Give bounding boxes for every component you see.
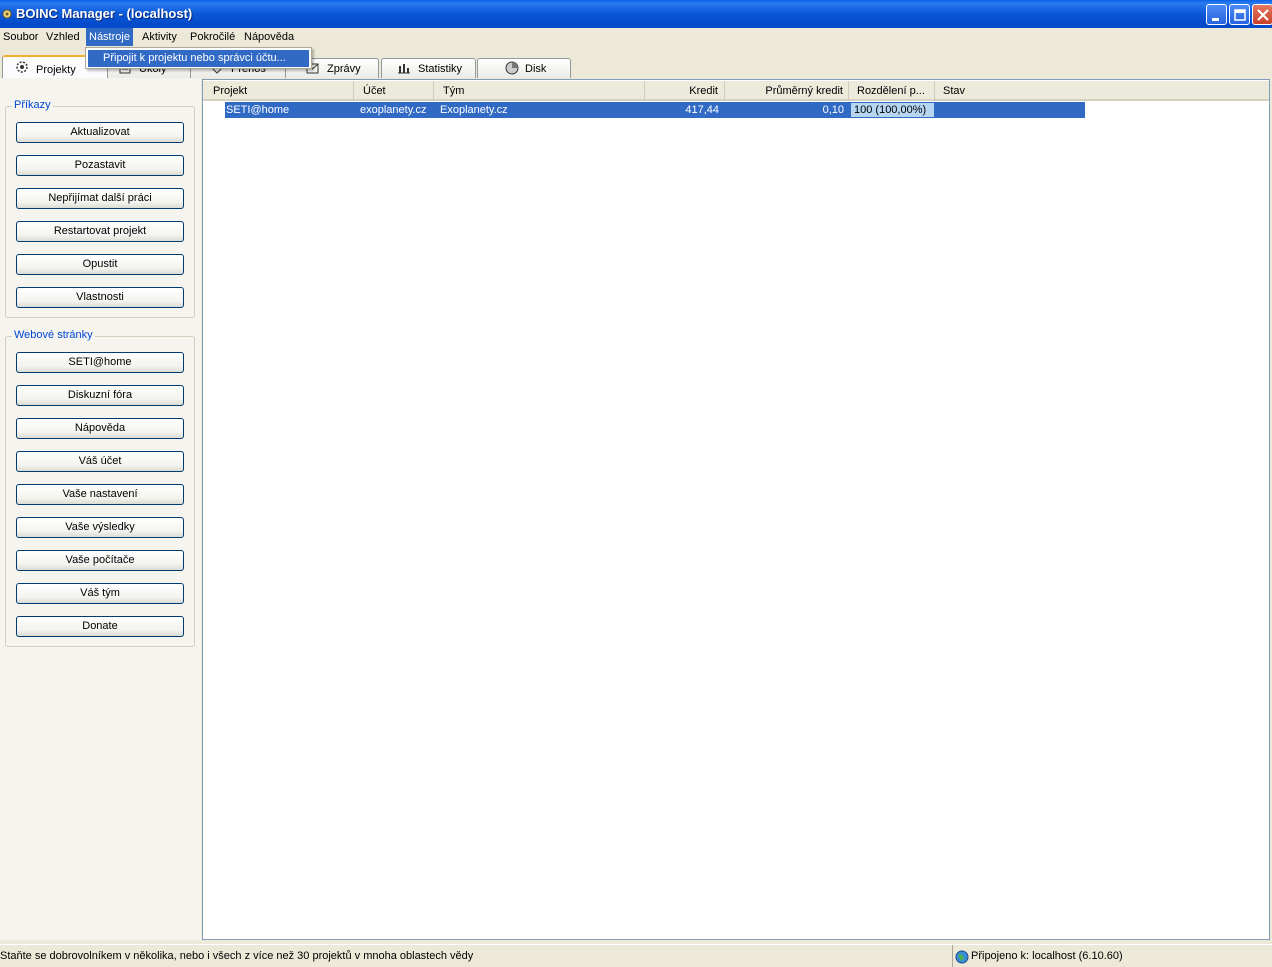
tab-statistics-label: Statistiky (418, 63, 463, 75)
websites-group: Webové stránky SETI@home Diskuzní fóra N… (5, 329, 195, 647)
connection-status-text: Připojeno k: localhost (6.10.60) (971, 950, 1123, 962)
properties-button[interactable]: Vlastnosti (16, 287, 184, 308)
menu-vzhled[interactable]: Vzhled (43, 28, 83, 46)
close-button[interactable] (1252, 4, 1272, 25)
cell-credit: 417,44 (685, 104, 719, 116)
donate-link-button[interactable]: Donate (16, 616, 184, 637)
reset-project-button[interactable]: Restartovat projekt (16, 221, 184, 242)
connection-status: Připojeno k: localhost (6.10.60) (952, 945, 1268, 967)
menu-pokrocile[interactable]: Pokročilé (187, 28, 238, 46)
maximize-button[interactable] (1229, 4, 1250, 25)
menu-soubor[interactable]: Soubor (0, 28, 41, 46)
list-header: Projekt Účet Tým Kredit Průměrný kredit … (203, 81, 1269, 101)
tab-disk-label: Disk (525, 63, 547, 75)
boinc-app-icon (2, 9, 12, 19)
websites-group-title: Webové stránky (12, 329, 95, 341)
disk-icon (505, 61, 519, 75)
column-header-avg-credit[interactable]: Průměrný kredit (725, 81, 849, 101)
statistics-icon (398, 64, 410, 74)
projects-list[interactable]: Projekt Účet Tým Kredit Průměrný kredit … (202, 79, 1270, 940)
column-header-project[interactable]: Projekt (203, 81, 354, 101)
preferences-link-button[interactable]: Vaše nastavení (16, 484, 184, 505)
attach-project-menu-item[interactable]: Připojit k projektu nebo správci účtu... (88, 50, 309, 67)
commands-group-title: Příkazy (12, 99, 53, 111)
tab-projects-label: Projekty (36, 64, 76, 76)
globe-icon (955, 950, 969, 964)
no-new-work-button[interactable]: Nepřijímat další práci (16, 188, 184, 209)
maximize-icon (1234, 9, 1246, 21)
cell-resource-share: 100 (100,00%) (851, 103, 934, 117)
tab-messages-label: Zprávy (327, 63, 361, 75)
title-bar[interactable]: BOINC Manager - (localhost) (0, 0, 1272, 30)
menu-nastroje[interactable]: Nástroje (86, 28, 133, 46)
table-row[interactable]: SETI@home exoplanety.cz Exoplanety.cz 41… (225, 102, 1085, 118)
cell-account: exoplanety.cz (360, 104, 427, 116)
menu-bar: Soubor Vzhled Nástroje Aktivity Pokročil… (0, 28, 1272, 47)
cell-avg-credit: 0,10 (822, 104, 844, 116)
tab-disk[interactable]: Disk (477, 58, 571, 78)
status-message: Staňte se dobrovolníkem v několika, nebo… (0, 950, 474, 962)
tools-dropdown-menu: Připojit k projektu nebo správci účtu... (85, 47, 312, 69)
forums-link-button[interactable]: Diskuzní fóra (16, 385, 184, 406)
close-icon (1257, 9, 1269, 21)
boinc-manager-window: BOINC Manager - (localhost) Soubor Vzhle… (0, 0, 1272, 967)
minimize-button[interactable] (1206, 4, 1227, 25)
account-link-button[interactable]: Váš účet (16, 451, 184, 472)
status-bar: Staňte se dobrovolníkem v několika, nebo… (0, 944, 1272, 967)
team-link-button[interactable]: Váš tým (16, 583, 184, 604)
window-title: BOINC Manager - (localhost) (16, 6, 193, 21)
results-link-button[interactable]: Vaše výsledky (16, 517, 184, 538)
computers-link-button[interactable]: Vaše počítače (16, 550, 184, 571)
column-header-credit[interactable]: Kredit (645, 81, 725, 101)
cell-team: Exoplanety.cz (440, 104, 508, 116)
left-panel: Příkazy Aktualizovat Pozastavit Nepřijím… (0, 78, 201, 940)
tab-statistics[interactable]: Statistiky (381, 58, 476, 78)
cell-project: SETI@home (226, 104, 290, 116)
update-button[interactable]: Aktualizovat (16, 122, 184, 143)
menu-napoveda[interactable]: Nápověda (241, 28, 297, 46)
help-link-button[interactable]: Nápověda (16, 418, 184, 439)
remove-button[interactable]: Opustit (16, 254, 184, 275)
column-header-team[interactable]: Tým (434, 81, 645, 101)
column-header-resource-share[interactable]: Rozdělení p... (849, 81, 935, 101)
column-header-status[interactable]: Stav (935, 81, 1269, 101)
suspend-button[interactable]: Pozastavit (16, 155, 184, 176)
minimize-icon (1212, 18, 1219, 21)
seti-home-link-button[interactable]: SETI@home (16, 352, 184, 373)
projects-icon (16, 61, 28, 73)
menu-aktivity[interactable]: Aktivity (139, 28, 180, 46)
commands-group: Příkazy Aktualizovat Pozastavit Nepřijím… (5, 99, 195, 318)
column-header-account[interactable]: Účet (354, 81, 434, 101)
